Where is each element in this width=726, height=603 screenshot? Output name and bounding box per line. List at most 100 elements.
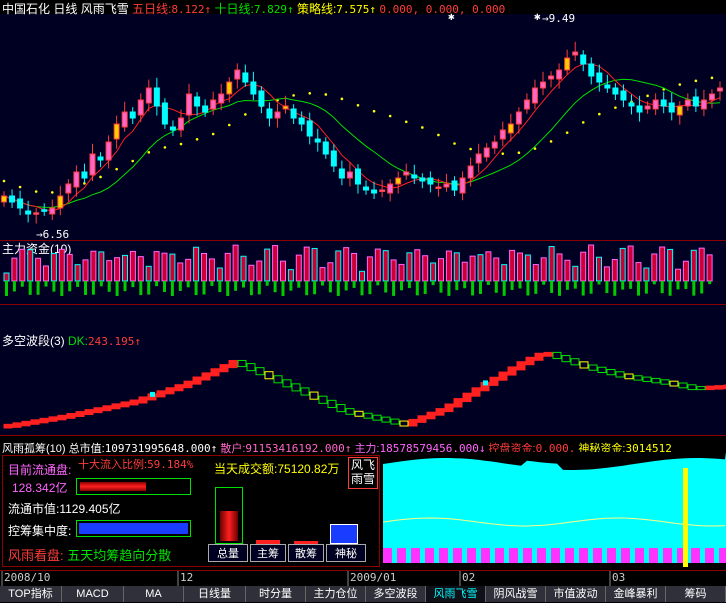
- strategy-dot: [2, 179, 6, 183]
- capital-up-bar: [493, 257, 500, 282]
- candle-body: [684, 99, 691, 107]
- capital-up-bar: [280, 260, 286, 282]
- button-main[interactable]: 主筹: [250, 544, 286, 562]
- strategy-dot: [517, 151, 521, 155]
- button-retail[interactable]: 散筹: [288, 544, 324, 562]
- chip-distribution[interactable]: [383, 452, 726, 567]
- tab-market-wave[interactable]: 市值波动: [546, 586, 606, 602]
- band-block: [291, 383, 301, 392]
- candle-body: [604, 84, 611, 89]
- strategy-dot: [50, 191, 54, 194]
- band-block: [426, 411, 436, 420]
- weather-badge[interactable]: 风飞 雨雪: [348, 457, 378, 489]
- band-block: [417, 415, 427, 423]
- band-block: [12, 422, 22, 428]
- band-block: [300, 387, 310, 396]
- capital-down-bar: [526, 281, 530, 296]
- capital-up-bar: [193, 246, 200, 282]
- total-volume-bar: [215, 487, 243, 544]
- capital-down-bar: [415, 281, 419, 296]
- strategy-dot: [356, 104, 360, 107]
- capital-up-bar: [453, 252, 460, 282]
- capital-down-bar: [376, 281, 380, 286]
- band-marker: [483, 380, 488, 386]
- chip-bar: [593, 548, 602, 563]
- tab-ma[interactable]: MA: [124, 586, 184, 602]
- band-block: [453, 398, 463, 408]
- candle-body: [387, 183, 394, 194]
- tab-macd[interactable]: MACD: [62, 586, 124, 602]
- tab-wind-rain[interactable]: 风雨飞雪: [426, 586, 486, 602]
- capital-down-bar: [407, 281, 411, 289]
- capital-down-bar: [589, 281, 593, 294]
- capital-down-bar: [439, 281, 443, 293]
- band-block: [75, 411, 85, 417]
- candle-body: [258, 90, 265, 107]
- band-block: [543, 351, 553, 357]
- band-block: [93, 407, 103, 414]
- band-block: [273, 375, 283, 384]
- band-block: [111, 403, 121, 410]
- capital-down-bar: [597, 281, 601, 285]
- capital-up-bar: [335, 250, 342, 282]
- strategy-dot: [710, 76, 714, 80]
- band-block: [174, 384, 184, 392]
- band-block: [129, 399, 139, 406]
- candle-body: [708, 93, 715, 101]
- candle-body: [298, 117, 305, 125]
- band-block: [39, 417, 49, 424]
- capital-down-bar: [494, 281, 498, 293]
- chip-bar: [719, 548, 726, 563]
- tab-minute-volume[interactable]: 时分量: [246, 586, 306, 602]
- capital-up-bar: [82, 259, 89, 282]
- capital-bars[interactable]: [0, 241, 726, 304]
- capital-down-bar: [20, 281, 24, 287]
- band-block: [102, 405, 112, 412]
- capital-down-bar: [249, 281, 253, 296]
- capital-down-bar: [463, 281, 467, 289]
- strategy-dot: [131, 159, 135, 163]
- tab-main-position[interactable]: 主力仓位: [306, 586, 366, 602]
- tab-gold-peak[interactable]: 金峰暴利: [606, 586, 666, 602]
- candle-body: [25, 210, 32, 215]
- tab-chips[interactable]: 筹码: [666, 586, 726, 602]
- strategy-dot: [694, 79, 698, 83]
- band-block: [48, 416, 58, 422]
- candle-body: [1, 195, 7, 203]
- capital-down-bar: [84, 281, 87, 295]
- candle-body: [475, 153, 482, 164]
- candle-body: [507, 123, 514, 134]
- capital-down-bar: [44, 281, 48, 287]
- capital-down-bar: [502, 281, 506, 296]
- capital-up-bar: [540, 257, 547, 282]
- capital-down-bar: [281, 281, 285, 296]
- tab-top[interactable]: TOP指标: [0, 586, 62, 602]
- capital-down-bar: [218, 281, 222, 293]
- chip-bar: [579, 548, 588, 563]
- strategy-dot: [115, 167, 118, 171]
- retail-value: 91153416192.000↑: [245, 442, 352, 455]
- candle-body: [556, 69, 563, 80]
- chip-cursor: [683, 468, 688, 567]
- capital-up-bar: [643, 267, 650, 282]
- band-block: [327, 399, 337, 408]
- capital-down-bar: [392, 281, 396, 296]
- capital-down-bar: [178, 281, 182, 291]
- band-chart[interactable]: [0, 345, 726, 435]
- capital-down-bar: [431, 281, 435, 286]
- tab-yin-wind[interactable]: 阴风战雪: [486, 586, 546, 602]
- view-line: 风雨看盘: 五天均筹趋向分散: [8, 548, 172, 563]
- tab-long-short[interactable]: 多空波段: [366, 586, 426, 602]
- chip-bar: [691, 548, 700, 563]
- capital-up-bar: [303, 246, 310, 282]
- capital-up-bar: [675, 268, 681, 282]
- candlestick-chart[interactable]: [0, 14, 726, 240]
- capital-down-bar: [194, 281, 198, 296]
- capital-down-bar: [226, 281, 230, 296]
- button-mystery[interactable]: 神秘: [326, 544, 366, 562]
- tab-daily-volume[interactable]: 日线量: [184, 586, 246, 602]
- candle-body: [612, 87, 619, 95]
- main-label: 主力:: [354, 443, 380, 455]
- button-total[interactable]: 总量: [208, 544, 248, 562]
- total-value: 109731995648.000↑: [104, 442, 218, 455]
